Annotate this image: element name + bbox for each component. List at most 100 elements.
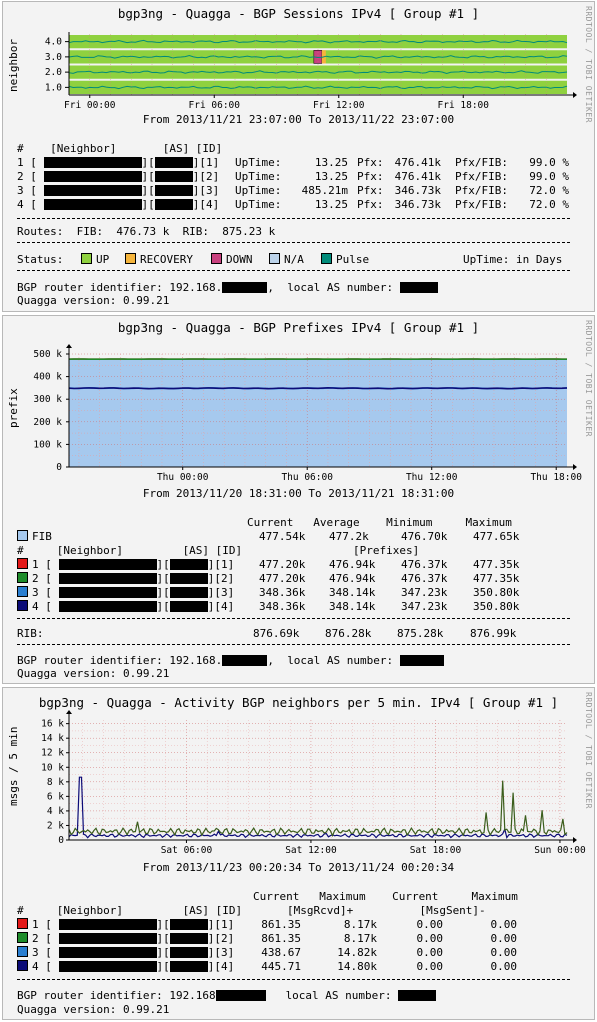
prefix-average: 348.14k [329, 586, 376, 599]
divider [17, 979, 570, 980]
activity-chart: 16 k 14 k 12 k 10 k 8 k 6 k 4 k 2 k 0 Sat 06:00 Sa… [41, 710, 586, 856]
redacted-as [399, 282, 438, 293]
x-tick-label: Fri 00:00 [64, 100, 116, 111]
x-tick-label: Fri 18:00 [438, 100, 490, 111]
router-id: BGP router identifier: 192.168. [17, 281, 223, 294]
redacted-neighbor [58, 933, 157, 944]
y-axis-arrow [66, 344, 72, 348]
quagga-version: Quagga version: 0.99.21 [17, 294, 170, 307]
x-tick-label: Thu 00:00 [157, 472, 209, 483]
sent-maximum: 0.00 [490, 932, 518, 945]
pfx-fib-label: Pfx/FIB: [455, 170, 508, 183]
legend-label: UP [96, 253, 110, 266]
row-id: ][3] [207, 946, 235, 959]
legend-swatch [125, 253, 136, 264]
prefixes-period: From 2013/11/20 18:31:00 To 2013/11/21 1… [142, 487, 455, 500]
bracket: ][ [141, 198, 155, 211]
divider [17, 270, 570, 271]
prefix-current: 477.20k [259, 558, 306, 571]
bracket: ][ [156, 572, 170, 585]
uptime-unit: UpTime: in Days [463, 253, 563, 266]
fib-current: 477.54k [259, 530, 306, 543]
legend-swatch [81, 253, 92, 264]
bracket: ][ [141, 170, 155, 183]
y-tick-label: 400 k [33, 372, 62, 383]
prefix-average: 476.94k [329, 572, 376, 585]
pfx-value: 476.41k [394, 156, 441, 169]
legend-label: Pulse [336, 253, 370, 266]
prefix-current: 348.36k [259, 600, 306, 613]
sent-current: 0.00 [416, 932, 444, 945]
row-number: 1 [ [32, 918, 59, 931]
pfx-value: 346.73k [394, 184, 441, 197]
redacted-neighbor [43, 171, 142, 182]
bracket: ][ [156, 946, 170, 959]
prefix-row: 4 [ ][ ][4] [17, 600, 234, 613]
local-as-label: local AS number: [287, 281, 394, 294]
rib-label: RIB: [17, 627, 44, 640]
uptime-label: UpTime: [235, 184, 282, 197]
redacted-neighbor [58, 947, 157, 958]
redacted-neighbor [43, 157, 142, 168]
router-id-line: BGP router identifier: 192.168., local A… [17, 281, 438, 294]
divider [17, 218, 570, 219]
row-number: 3 [ [17, 184, 44, 197]
x-tick-label: Fri 12:00 [313, 100, 365, 111]
prefixes-table-header: # [Neighbor] [AS] [ID] [17, 544, 243, 557]
activity-cols: Current Maximum Current Maximum [253, 890, 518, 903]
redacted-as [169, 559, 208, 570]
legend-swatch [269, 253, 280, 264]
row-number: 4 [ [32, 600, 59, 613]
redacted-neighbor [58, 961, 157, 972]
row-id: ][4] [207, 600, 235, 613]
prefix-minimum: 476.37k [401, 558, 448, 571]
pfx-label: Pfx: [357, 156, 384, 169]
bracket: ][ [156, 600, 170, 613]
x-tick-label: Sat 18:00 [410, 845, 462, 856]
fib-swatch [17, 530, 28, 541]
prefix-maximum: 350.80k [473, 600, 520, 613]
prefix-minimum: 347.23k [401, 586, 448, 599]
redacted-ip [222, 282, 268, 293]
x-axis-arrow [573, 837, 577, 843]
rcvd-maximum: 8.17k [343, 932, 377, 945]
y-tick-label: 1.0 [45, 82, 62, 93]
row-id: ][2] [207, 572, 235, 585]
row-number: 2 [ [17, 170, 44, 183]
redacted-as [398, 990, 437, 1001]
status-label: Status: [17, 253, 64, 266]
prefixes-chart: 500 k 400 k 300 k 200 k 100 k 0 Thu 00:00 Thu 0… [33, 344, 582, 483]
prefix-maximum: 477.35k [473, 572, 520, 585]
redacted-as [169, 573, 208, 584]
session-row: 2 [ ][][2] [17, 170, 219, 183]
prefix-average: 476.94k [329, 558, 376, 571]
x-tick-label: Sat 12:00 [285, 845, 337, 856]
x-tick-label: Thu 06:00 [281, 472, 333, 483]
uptime-value: 13.25 [314, 198, 348, 211]
router-id: BGP router identifier: 192.168 [17, 989, 216, 1002]
sessions-table-header: # [Neighbor] [AS] [ID] [17, 142, 223, 155]
y-tick-label: 0 [56, 462, 62, 473]
rcvd-maximum: 8.17k [343, 918, 377, 931]
session-row: 4 [ ][][4] [17, 198, 219, 211]
redacted-as [399, 655, 444, 666]
rib-current: 876.69k [253, 627, 300, 640]
bracket: ][ [156, 932, 170, 945]
series-swatch [17, 960, 28, 971]
router-id-line: BGP router identifier: 192.168., local A… [17, 654, 444, 667]
series-swatch [17, 558, 28, 569]
fib-area [69, 359, 567, 467]
legend-label: RECOVERY [140, 253, 193, 266]
row-id: ][4] [207, 960, 235, 973]
pfx-label: Pfx: [357, 170, 384, 183]
local-as-label: local AS number: [285, 989, 392, 1002]
uptime-value: 485.21m [301, 184, 348, 197]
pfx-fib-label: Pfx/FIB: [455, 198, 508, 211]
redacted-neighbor [58, 573, 157, 584]
y-axis-arrow [66, 710, 72, 714]
uptime-label: UpTime: [235, 198, 282, 211]
redacted-neighbor [58, 601, 157, 612]
session-row: 1 [ ][][1] [17, 156, 219, 169]
fib-average: 477.2k [329, 530, 369, 543]
bracket: ][ [156, 586, 170, 599]
